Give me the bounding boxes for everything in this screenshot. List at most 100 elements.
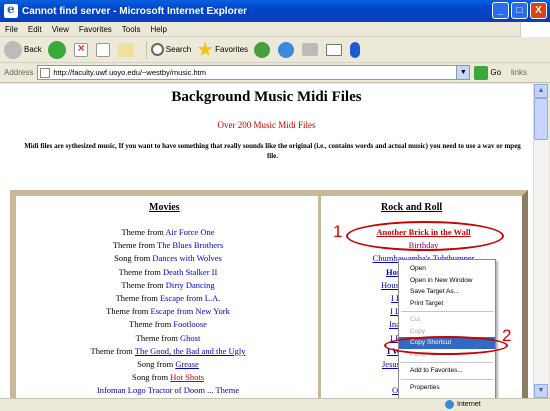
- printer-icon: [302, 43, 319, 56]
- menu-bar: File Edit View Favorites Tools Help: [0, 22, 550, 37]
- list-item: Theme from The Blues Brothers: [112, 240, 224, 251]
- menu-tools[interactable]: Tools: [122, 25, 141, 34]
- title-bar: Cannot find server - Microsoft Internet …: [0, 0, 550, 22]
- ie-icon: [4, 2, 18, 18]
- minimize-button[interactable]: _: [492, 2, 509, 19]
- list-item: Theme from Footloose: [129, 319, 207, 330]
- menu-item-add-favorites[interactable]: Add to Favorites...: [399, 365, 495, 377]
- back-button[interactable]: Back: [4, 40, 42, 59]
- windows-logo-icon: [520, 22, 550, 37]
- annotation-ellipse-1: [346, 221, 504, 251]
- movies-heading: Movies: [149, 202, 180, 213]
- context-menu: Open Open in New Window Save Target As..…: [398, 259, 496, 400]
- zone-label: Internet: [457, 401, 481, 408]
- page-subtitle: Over 200 Music Midi Files: [217, 120, 316, 130]
- list-item: Theme from Ghost: [135, 332, 201, 343]
- forward-button[interactable]: [47, 40, 68, 59]
- scroll-down-icon[interactable]: ▼: [534, 384, 548, 398]
- list-item[interactable]: Infoman Logo Tractor of Doom ... Theme: [18, 384, 318, 397]
- security-zone: Internet: [445, 400, 481, 409]
- menu-divider: [401, 378, 493, 380]
- movie-link[interactable]: Footloose: [173, 319, 207, 329]
- window-title: Cannot find server - Microsoft Internet …: [22, 5, 248, 17]
- menu-file[interactable]: File: [5, 25, 18, 34]
- scroll-up-icon[interactable]: ▲: [534, 84, 548, 98]
- toolbar: Back Search Favorites: [0, 37, 550, 63]
- address-label: Address: [4, 68, 34, 77]
- address-bar: Address http://faculty.uwf.uoyo.edu/~wes…: [0, 63, 550, 83]
- movies-list: Theme from Air Force One Theme from The …: [18, 226, 318, 398]
- search-button[interactable]: Search: [150, 43, 192, 56]
- movie-link[interactable]: Ghost: [180, 333, 200, 343]
- address-url: http://faculty.uwf.uoyo.edu/~westby/musi…: [53, 68, 206, 77]
- print-button[interactable]: [302, 43, 320, 56]
- close-button[interactable]: X: [530, 2, 547, 19]
- favorites-button[interactable]: Favorites: [197, 41, 249, 58]
- page-icon: [40, 67, 51, 78]
- list-item: Theme from Death Stalker II: [118, 266, 218, 277]
- menu-item-open[interactable]: Open: [399, 263, 495, 275]
- menu-divider: [401, 362, 493, 363]
- movie-link[interactable]: Air Force One: [165, 227, 214, 237]
- refresh-button[interactable]: [95, 42, 112, 57]
- search-label: Search: [165, 45, 192, 54]
- movie-link[interactable]: Death Stalker II: [163, 267, 217, 277]
- list-item: Theme from Dirty Dancing: [121, 279, 215, 290]
- edit-icon: [326, 43, 343, 56]
- toolbar-separator: [145, 40, 147, 59]
- annotation-number-1: 1: [333, 222, 343, 241]
- list-item: Theme from Escape from New York: [106, 306, 230, 317]
- list-item: Song from Hot Shots: [131, 372, 205, 383]
- star-icon: [197, 41, 213, 57]
- links-button[interactable]: links: [511, 68, 527, 77]
- favorites-label: Favorites: [215, 45, 249, 54]
- menu-item-cut[interactable]: Cut: [399, 314, 495, 326]
- history-button[interactable]: [278, 41, 296, 58]
- movie-link[interactable]: Grease: [175, 359, 199, 369]
- movie-link[interactable]: Escape from New York: [151, 306, 230, 316]
- history-icon: [278, 41, 295, 58]
- rock-heading: Rock and Roll: [381, 202, 443, 213]
- menu-item-open-new-window[interactable]: Open in New Window: [399, 275, 495, 287]
- window-controls: _ □ X: [492, 2, 547, 19]
- vertical-scrollbar[interactable]: ▲ ▼: [533, 84, 548, 398]
- menu-favorites[interactable]: Favorites: [79, 25, 112, 34]
- edit-button[interactable]: [326, 43, 344, 56]
- page-note: Midi files are sythesized music, If you …: [24, 142, 521, 160]
- list-item: Song from Dances with Wolves: [114, 253, 222, 264]
- media-button[interactable]: [254, 41, 272, 58]
- bluetooth-button[interactable]: [350, 41, 362, 58]
- go-label: Go: [490, 68, 502, 77]
- menu-item-print-target[interactable]: Print Target: [399, 298, 495, 310]
- status-bar: Internet: [0, 398, 550, 411]
- column-divider: [318, 196, 321, 398]
- list-item: Theme from Escape from L.A.: [115, 293, 221, 304]
- movie-link[interactable]: Hot Shots: [170, 372, 204, 382]
- menu-edit[interactable]: Edit: [28, 25, 42, 34]
- menu-help[interactable]: Help: [150, 25, 166, 34]
- go-button[interactable]: Go: [474, 65, 502, 80]
- menu-item-save-target[interactable]: Save Target As...: [399, 286, 495, 298]
- home-button[interactable]: [117, 42, 136, 57]
- movie-link[interactable]: The Good, the Bad and the Ugly: [135, 346, 246, 356]
- forward-arrow-icon: [47, 40, 66, 59]
- page-title: Background Music Midi Files: [171, 89, 362, 105]
- address-dropdown-icon[interactable]: ▼: [456, 66, 470, 79]
- movie-link[interactable]: Dirty Dancing: [166, 280, 215, 290]
- menu-item-properties[interactable]: Properties: [399, 382, 495, 394]
- back-label: Back: [24, 45, 42, 54]
- address-input[interactable]: http://faculty.uwf.uoyo.edu/~westby/musi…: [37, 65, 471, 80]
- list-item: Song from Grease: [137, 359, 199, 370]
- stop-button[interactable]: [73, 41, 90, 57]
- movie-link[interactable]: Dances with Wolves: [152, 253, 222, 263]
- refresh-icon: [95, 42, 110, 57]
- movie-link[interactable]: The Blues Brothers: [157, 240, 223, 250]
- menu-view[interactable]: View: [52, 25, 69, 34]
- search-icon: [150, 43, 164, 56]
- list-item: Theme from The Good, the Bad and the Ugl…: [90, 345, 246, 356]
- go-arrow-icon: [474, 65, 489, 80]
- movie-link[interactable]: Escape from L.A.: [160, 293, 220, 303]
- list-item: Theme from Air Force One: [121, 227, 215, 237]
- maximize-button[interactable]: □: [511, 2, 528, 19]
- scroll-thumb[interactable]: [534, 98, 548, 140]
